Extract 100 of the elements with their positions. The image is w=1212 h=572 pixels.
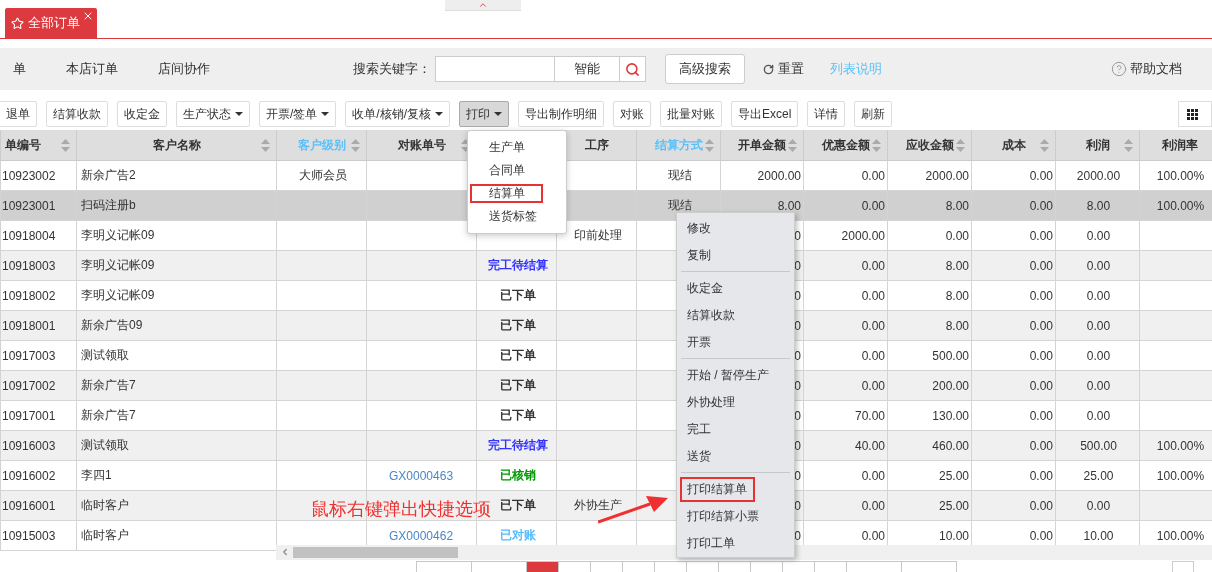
search-label: 搜索关键字： (353, 60, 431, 78)
menu-item[interactable]: 送货 (680, 444, 719, 469)
table-cell: 李明义记帐09 (76, 220, 277, 251)
grid-icon (1187, 108, 1198, 120)
table-cell: 0.00 (971, 190, 1056, 221)
scope-tab[interactable]: 店间协作 (158, 60, 210, 78)
table-cell: 0.00 (971, 310, 1056, 341)
table-cell[interactable]: 10915003 (0, 520, 77, 551)
table-cell: 500.00 (887, 340, 972, 371)
column-header[interactable]: 单编号 (0, 130, 77, 161)
scroll-left-icon[interactable] (280, 547, 290, 557)
table-cell: 0.00 (803, 250, 888, 281)
sort-icon[interactable] (261, 139, 270, 152)
table-cell: 8.00 (887, 280, 972, 311)
table-cell: 0.00 (971, 370, 1056, 401)
search-field[interactable] (435, 56, 555, 82)
table-cell: 0.00 (971, 220, 1056, 251)
table-cell: GX0000463 (366, 460, 477, 491)
column-header[interactable]: 应收金额 (887, 130, 972, 161)
column-header[interactable]: 开单金额 (720, 130, 804, 161)
table-cell[interactable]: 10918002 (0, 280, 77, 311)
table-cell: 25.00 (1055, 460, 1140, 491)
toolbar-button[interactable]: 导出制作明细 (518, 101, 604, 127)
table-cell: 0.00 (1055, 490, 1140, 521)
column-header[interactable]: 成本 (971, 130, 1056, 161)
table-cell[interactable]: 10917002 (0, 370, 77, 401)
table-cell: 0.00 (971, 430, 1056, 461)
status-text: 完工待结算 (487, 438, 548, 452)
table-cell: 0.00 (803, 490, 888, 521)
toolbar-button[interactable]: 导出Excel (731, 101, 799, 127)
menu-item[interactable]: 送货标签 (470, 207, 555, 226)
help-docs-link[interactable]: 帮助文档 (1111, 60, 1182, 78)
table-cell: 现结 (636, 160, 721, 191)
column-header[interactable]: 利润 (1055, 130, 1140, 161)
table-cell: 0.00 (887, 220, 972, 251)
table-cell: 0.00 (971, 160, 1056, 191)
column-header[interactable]: 优惠金额 (803, 130, 888, 161)
page-tab[interactable]: 全部订单 (5, 8, 97, 38)
toolbar-button[interactable]: 退单 (0, 101, 37, 127)
scope-tab[interactable]: 本店订单 (66, 60, 118, 78)
column-settings-button[interactable] (1178, 101, 1212, 127)
table-cell[interactable]: 10916001 (0, 490, 77, 521)
table-cell: 100.00% (1139, 190, 1212, 221)
search-button[interactable] (620, 56, 646, 82)
table-cell[interactable]: 10916002 (0, 460, 77, 491)
toolbar-button[interactable]: 详情 (807, 101, 846, 127)
sort-icon[interactable] (351, 139, 360, 152)
table-cell[interactable]: 10923001 (0, 190, 77, 221)
sort-icon[interactable] (61, 139, 70, 152)
menu-item[interactable]: 合同单 (470, 161, 543, 180)
table-cell[interactable]: 10917003 (0, 340, 77, 371)
sort-icon[interactable] (788, 139, 797, 152)
column-header[interactable]: 利润率 (1139, 130, 1212, 161)
table-cell: 460.00 (887, 430, 972, 461)
column-header[interactable]: 客户名称 (76, 130, 277, 161)
table-cell[interactable]: 10923002 (0, 160, 77, 191)
toolbar-button[interactable]: 生产状态 (176, 101, 250, 127)
table-cell: 临时客户 (76, 490, 277, 521)
tab-label: 全部订单 (28, 14, 80, 32)
table-cell: 2000.00 (1055, 160, 1140, 191)
menu-item[interactable]: 打印结算单 (680, 477, 755, 502)
table-cell: 8.00 (887, 310, 972, 341)
table-cell: 0.00 (803, 160, 888, 191)
table-cell: 新余广告7 (76, 370, 277, 401)
sort-icon[interactable] (1040, 139, 1049, 152)
toolbar-button[interactable]: 结算收款 (46, 101, 108, 127)
table-cell[interactable]: 10917001 (0, 400, 77, 431)
menu-item[interactable]: 结算单 (470, 184, 543, 203)
table-cell[interactable]: 10918003 (0, 250, 77, 281)
sort-icon[interactable] (1124, 139, 1133, 152)
toolbar-button[interactable]: 刷新 (854, 101, 893, 127)
table-cell: 0.00 (1055, 280, 1140, 311)
toolbar-button[interactable]: 收单/核销/复核 (345, 101, 450, 127)
table-cell[interactable]: 10918004 (0, 220, 77, 251)
close-icon[interactable] (82, 10, 94, 22)
scope-tab[interactable]: 单 (13, 60, 26, 78)
collapse-handle[interactable] (445, 0, 521, 11)
sort-icon[interactable] (872, 139, 881, 152)
menu-item[interactable]: 复制 (680, 243, 719, 268)
menu-item[interactable]: 开票 (680, 330, 719, 355)
reset-button[interactable]: 重置 (763, 60, 804, 78)
scroll-thumb[interactable] (293, 547, 458, 558)
advanced-search-button[interactable]: 高级搜索 (665, 54, 745, 84)
toolbar-button[interactable]: 对账 (613, 101, 651, 127)
sort-icon[interactable] (461, 139, 470, 152)
toolbar-button[interactable]: 打印 (459, 101, 509, 127)
toolbar-button[interactable]: 收定金 (117, 101, 167, 127)
sort-icon[interactable] (705, 139, 714, 152)
table-cell[interactable]: 10918001 (0, 310, 77, 341)
sort-icon[interactable] (956, 139, 965, 152)
table-cell: 0.00 (1055, 310, 1140, 341)
menu-item[interactable]: 完工 (680, 417, 719, 442)
search-mode-select[interactable]: 智能 (555, 56, 620, 82)
toolbar-button[interactable]: 开票/签单 (259, 101, 337, 127)
menu-item[interactable]: 收定金 (680, 276, 731, 301)
toolbar-button[interactable]: 批量对账 (660, 101, 722, 127)
table-cell: 25.00 (887, 460, 972, 491)
table-cell: 新余广告7 (76, 400, 277, 431)
refresh-icon (763, 63, 774, 75)
table-cell[interactable]: 10916003 (0, 430, 77, 461)
